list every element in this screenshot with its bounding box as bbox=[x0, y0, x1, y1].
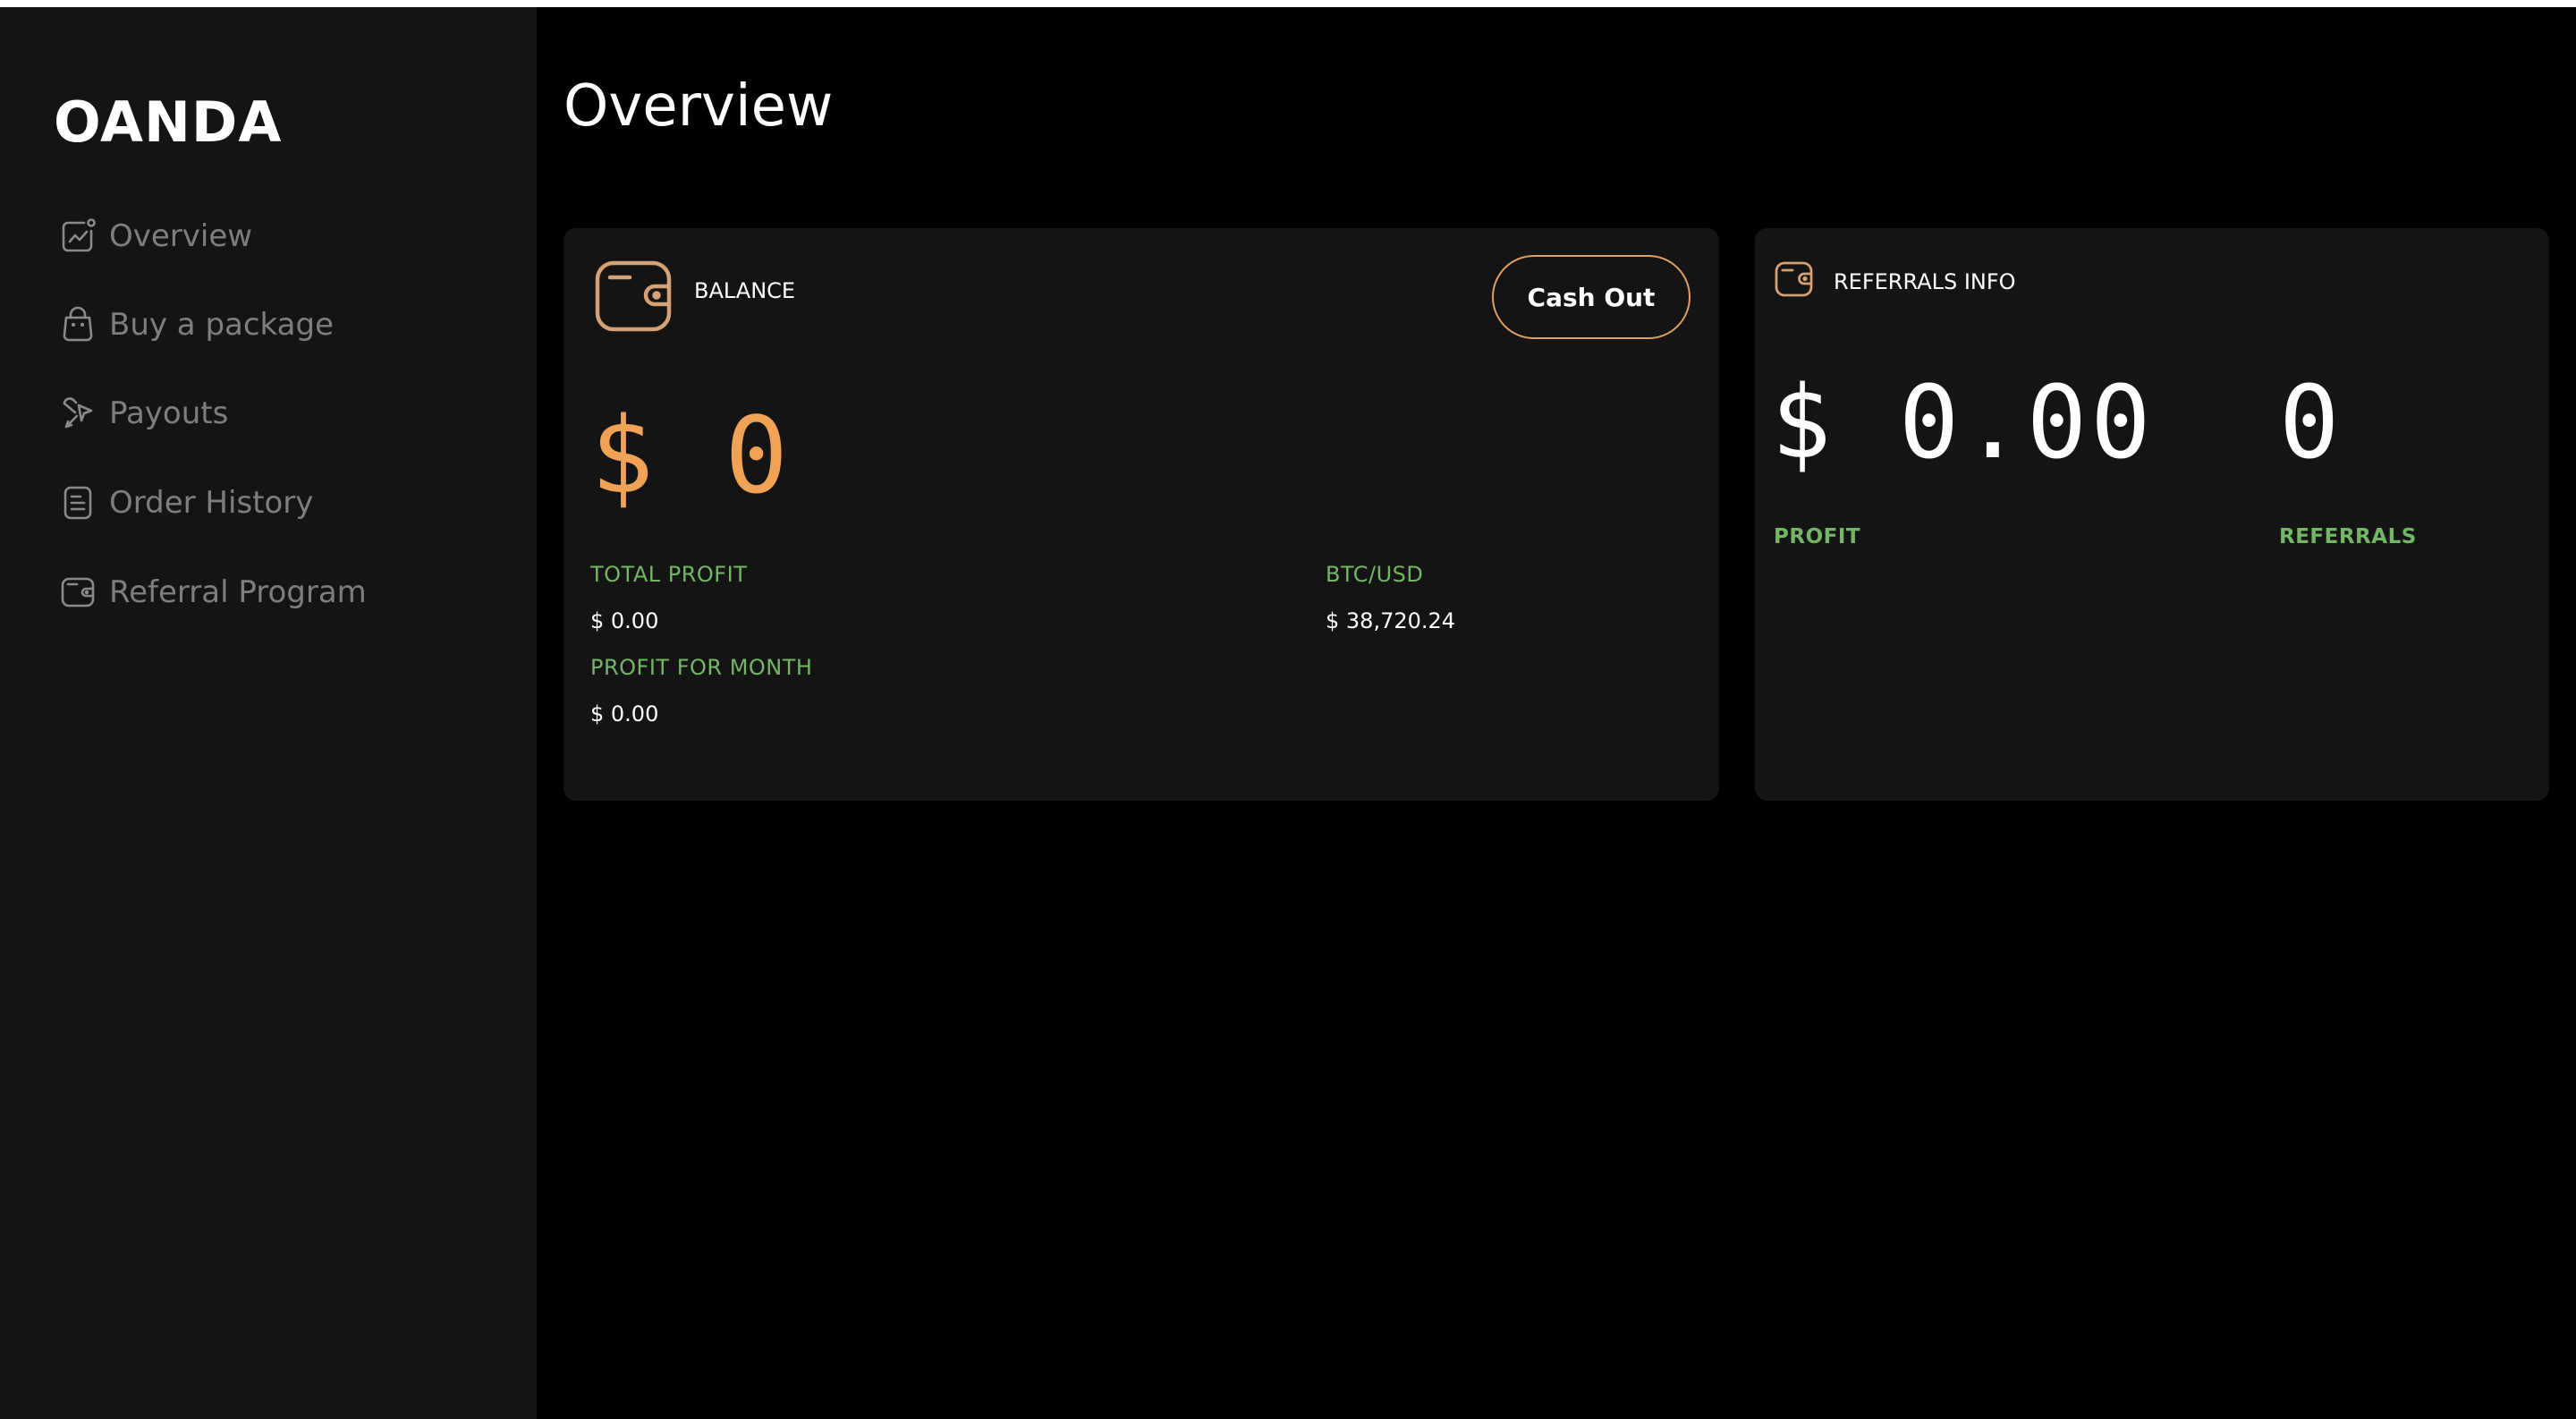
wallet-icon bbox=[594, 259, 674, 333]
total-profit-value: $ 0.00 bbox=[590, 608, 659, 633]
sidebar-item-label: Overview bbox=[109, 218, 253, 254]
chart-icon bbox=[57, 216, 98, 257]
sidebar-item-buy-package[interactable]: Buy a package bbox=[57, 298, 334, 352]
sidebar-item-overview[interactable]: Overview bbox=[57, 209, 252, 263]
sidebar-item-label: Referral Program bbox=[109, 574, 367, 610]
referrals-info-label: REFERRALS INFO bbox=[1834, 269, 2016, 294]
sidebar-item-referral-program[interactable]: Referral Program bbox=[57, 565, 367, 619]
sidebar-item-label: Payouts bbox=[109, 395, 229, 431]
sidebar-item-label: Buy a package bbox=[109, 307, 334, 343]
referral-profit-label: PROFIT bbox=[1774, 525, 1861, 548]
referrals-count: 0 bbox=[2279, 365, 2343, 481]
balance-amount: $ 0 bbox=[590, 394, 792, 517]
btc-usd-value: $ 38,720.24 bbox=[1326, 608, 1456, 633]
referrals-label: REFERRALS bbox=[2279, 525, 2417, 548]
shopping-bag-icon bbox=[57, 304, 98, 345]
sidebar-item-order-history[interactable]: Order History bbox=[57, 476, 313, 530]
sidebar-item-payouts[interactable]: Payouts bbox=[57, 387, 228, 440]
cash-out-button[interactable]: Cash Out bbox=[1492, 255, 1690, 339]
page-title: Overview bbox=[564, 73, 834, 140]
referral-profit-amount: $ 0.00 bbox=[1771, 365, 2155, 481]
balance-label: BALANCE bbox=[694, 278, 796, 303]
top-border bbox=[0, 0, 2576, 7]
brand-logo[interactable]: OANDA bbox=[54, 89, 282, 155]
payout-icon bbox=[57, 393, 98, 434]
wallet-icon bbox=[1775, 261, 1814, 297]
referrals-card bbox=[1755, 228, 2549, 801]
wallet-icon bbox=[57, 572, 98, 613]
profit-month-value: $ 0.00 bbox=[590, 701, 659, 726]
btc-usd-label: BTC/USD bbox=[1326, 562, 1424, 587]
total-profit-label: TOTAL PROFIT bbox=[590, 562, 748, 587]
document-icon bbox=[57, 482, 98, 523]
profit-month-label: PROFIT FOR MONTH bbox=[590, 655, 813, 680]
sidebar-item-label: Order History bbox=[109, 485, 314, 521]
